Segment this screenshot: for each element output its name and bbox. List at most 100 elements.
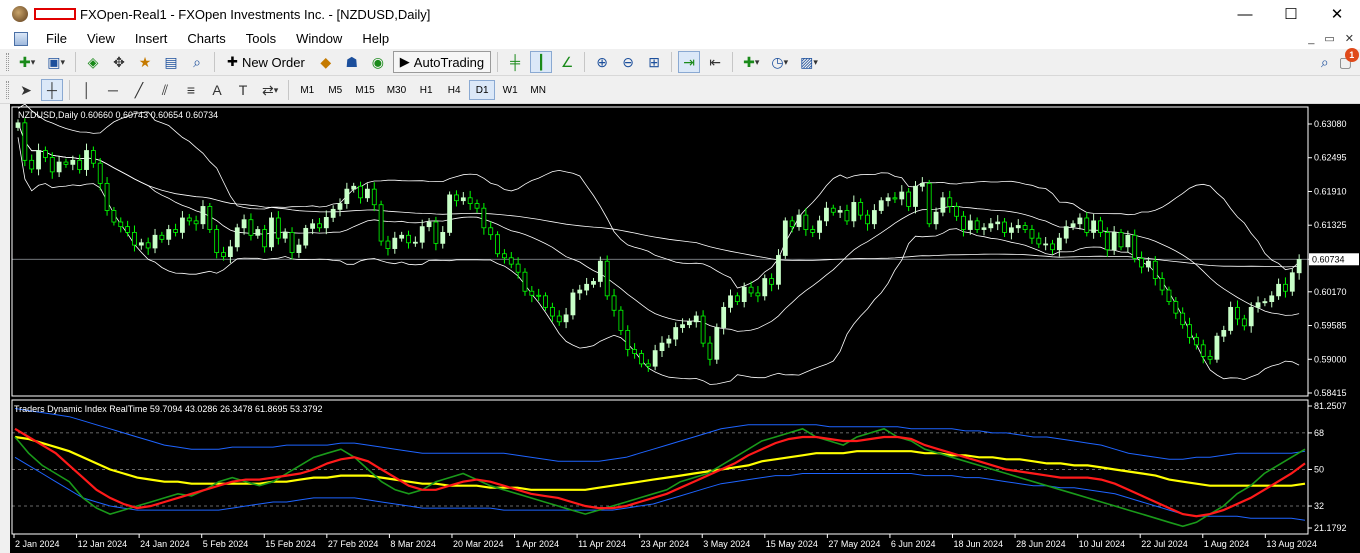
maximize-button[interactable]: ☐ <box>1268 0 1314 28</box>
terminal-button[interactable]: ▤ <box>160 51 182 73</box>
fibonacci-button[interactable]: ≡ <box>180 79 202 101</box>
candle-body <box>1276 283 1281 297</box>
mdi-restore-button[interactable]: ▭ <box>1324 32 1334 45</box>
candle-body <box>426 221 432 228</box>
line-chart-button[interactable]: ∠ <box>556 51 578 73</box>
candle-body <box>152 234 158 249</box>
candle-body <box>1146 260 1151 268</box>
timeframe-m15[interactable]: M15 <box>350 80 379 100</box>
auto-scroll-button[interactable]: ⇥ <box>678 51 701 73</box>
arrows-button[interactable]: ⇄ ▾ <box>258 79 282 101</box>
candle-body <box>186 217 192 222</box>
vertical-line-button[interactable]: │ <box>76 79 98 101</box>
metaeditor-button[interactable]: ◆ <box>315 51 337 73</box>
candle-body <box>337 203 343 210</box>
trendline-button[interactable]: ╱ <box>128 79 150 101</box>
candle-body <box>652 350 658 367</box>
candle-body <box>385 240 391 249</box>
menu-view[interactable]: View <box>77 28 125 49</box>
toolbar-grip[interactable] <box>6 81 9 99</box>
candle-body <box>584 283 590 291</box>
menu-file[interactable]: File <box>36 28 77 49</box>
candle-body <box>125 226 131 233</box>
timeframe-h4[interactable]: H4 <box>441 80 467 100</box>
menu-charts[interactable]: Charts <box>177 28 235 49</box>
candle-body <box>1084 217 1090 233</box>
templates-button[interactable]: ▨ ▾ <box>796 51 822 73</box>
indicators-button[interactable]: ✚ ▾ <box>739 51 763 73</box>
new-chart-icon: ✚ <box>19 54 31 70</box>
timeframe-w1[interactable]: W1 <box>497 80 523 100</box>
cursor-tool-button[interactable]: ➤ <box>15 79 37 101</box>
toolbar-grip[interactable] <box>6 53 9 71</box>
candle-body <box>543 295 548 308</box>
mdi-close-button[interactable]: ✕ <box>1345 32 1354 45</box>
candle-body <box>892 197 898 200</box>
candle-body <box>1139 257 1144 268</box>
menu-help[interactable]: Help <box>352 28 399 49</box>
time-tick-label: 6 Jun 2024 <box>891 539 936 549</box>
equidistant-channel-button[interactable]: ⫽ <box>154 79 176 101</box>
new-order-button[interactable]: ✚ New Order <box>221 51 311 73</box>
drawing-toolbar: ➤ ┼ │ ─ ╱ ⫽ ≡ A T ⇄ ▾ M1 M5 M15 M30 H1 H4… <box>0 77 1360 104</box>
chart-window[interactable]: 0.63080 0.62495 0.61910 0.61325 0.60734 0.601… <box>10 104 1360 553</box>
candle-body <box>193 220 199 225</box>
zoom-in-button[interactable]: ⊕ <box>591 51 613 73</box>
candle-body <box>1077 217 1083 225</box>
indicator-pane[interactable] <box>12 408 1308 528</box>
periods-button[interactable]: ◷ ▾ <box>767 51 792 73</box>
search-icon[interactable]: ⌕ <box>1321 54 1329 71</box>
tester-magnifier-icon: ⌕ <box>193 54 201 70</box>
profiles-button[interactable]: ▣ ▾ <box>43 51 69 73</box>
candle-body <box>97 162 103 184</box>
data-window-button[interactable]: ✥ <box>108 51 130 73</box>
horizontal-line-button[interactable]: ─ <box>102 79 124 101</box>
candle-body <box>810 229 816 233</box>
crosshair-tool-button[interactable]: ┼ <box>41 79 63 101</box>
candle-body <box>755 292 761 297</box>
document-icon[interactable] <box>14 31 28 46</box>
candle-body <box>303 227 309 246</box>
candle-body <box>515 263 521 273</box>
candle-body <box>919 182 925 187</box>
autotrading-button[interactable]: ▶ AutoTrading <box>392 51 492 73</box>
chart-shift-button[interactable]: ⇤ <box>704 51 726 73</box>
market-watch-button[interactable]: ◈ <box>82 51 104 73</box>
candle-body <box>1262 301 1268 304</box>
notifications-button[interactable]: ▢ 1 <box>1339 48 1359 71</box>
candle-body <box>632 349 637 354</box>
new-chart-button[interactable]: ✚ ▾ <box>15 51 39 73</box>
tile-windows-button[interactable]: ⊞ <box>643 51 665 73</box>
menu-tools[interactable]: Tools <box>236 28 286 49</box>
candle-body <box>1063 226 1069 239</box>
timeframe-d1[interactable]: D1 <box>469 80 496 100</box>
candle-body <box>611 295 617 311</box>
candle-body <box>1235 306 1240 320</box>
price-pane[interactable] <box>12 104 1308 385</box>
navigator-button[interactable]: ★ <box>134 51 156 73</box>
bar-chart-button[interactable]: ╪ <box>504 51 526 73</box>
chart-canvas[interactable]: 0.63080 0.62495 0.61910 0.61325 0.60734 0.601… <box>10 104 1360 553</box>
candle-body <box>1036 237 1042 245</box>
timeframe-m30[interactable]: M30 <box>382 80 411 100</box>
menu-window[interactable]: Window <box>286 28 352 49</box>
zoom-out-button[interactable]: ⊖ <box>617 51 639 73</box>
candle-body <box>673 327 679 340</box>
text-label-button[interactable]: T <box>232 79 254 101</box>
timeframe-m1[interactable]: M1 <box>294 80 320 100</box>
timeframe-mn[interactable]: MN <box>525 80 551 100</box>
timeframe-m5[interactable]: M5 <box>322 80 348 100</box>
broadcast-button[interactable]: ◉ <box>367 51 389 73</box>
close-button[interactable]: ✕ <box>1314 0 1360 28</box>
minimize-button[interactable]: — <box>1222 0 1268 28</box>
timeframe-h1[interactable]: H1 <box>413 80 439 100</box>
candlestick-chart-button[interactable]: ┃ <box>530 51 553 73</box>
strategy-tester-button[interactable]: ⌕ <box>186 51 208 73</box>
text-tool-button[interactable]: A <box>206 79 228 101</box>
tdi-red-line <box>14 427 1306 518</box>
candle-body <box>1015 225 1021 229</box>
mdi-minimize-button[interactable]: _ <box>1308 33 1314 45</box>
menu-insert[interactable]: Insert <box>125 28 178 49</box>
candle-body <box>762 278 768 297</box>
signals-button[interactable]: ☗ <box>341 51 363 73</box>
